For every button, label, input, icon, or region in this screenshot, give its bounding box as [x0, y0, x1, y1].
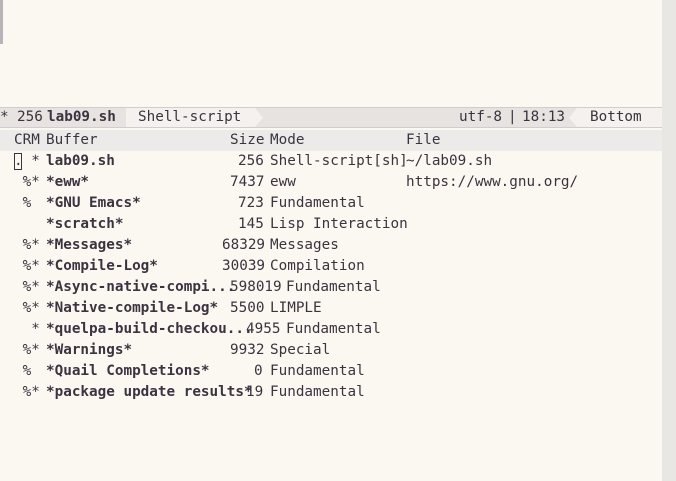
- clock: 18:13: [522, 109, 566, 125]
- window-edge: [662, 0, 676, 481]
- buffer-flags: %: [14, 195, 40, 211]
- buffer-name-cell[interactable]: *Quail Completions*: [46, 361, 210, 382]
- buffer-flags: %*: [14, 279, 40, 295]
- buffer-flags: %*: [14, 174, 40, 190]
- buffer-size-cell: 723: [238, 195, 264, 211]
- table-row[interactable]: % *GNU Emacs* 723 Fundamental: [0, 193, 662, 214]
- header-size[interactable]: Size: [230, 130, 264, 151]
- header-file[interactable]: File: [406, 130, 440, 151]
- buffer-size-cell: 30039: [222, 258, 266, 274]
- table-row[interactable]: %* *eww* 7437 eww https://www.gnu.org/: [0, 172, 662, 193]
- buffer-mode-cell: Fundamental: [270, 363, 365, 379]
- buffer-name-cell[interactable]: *eww*: [46, 172, 89, 193]
- buffer-size-cell: 9932: [230, 342, 265, 358]
- table-row[interactable]: %* *Messages* 68329 Messages: [0, 235, 662, 256]
- buffer-flags: *: [14, 321, 40, 337]
- buffer-name-cell[interactable]: *Async-native-compi...: [46, 277, 235, 298]
- buffer-name-cell[interactable]: *Native-compile-Log*: [46, 298, 218, 319]
- buffer-mode-cell: LIMPLE: [270, 300, 322, 316]
- buffer-name-cell[interactable]: *Warnings*: [46, 340, 132, 361]
- buffer-list: . * lab09.sh 256 Shell-script[sh] ~/lab09.sh…: [0, 151, 662, 403]
- buffer-name-cell[interactable]: *quelpa-build-checkou...: [46, 319, 253, 340]
- header-crm[interactable]: CRM: [14, 130, 40, 151]
- buffer-size: 256: [17, 109, 43, 125]
- buffer-name[interactable]: lab09.sh: [47, 108, 116, 127]
- buffer-mode-cell: Special: [270, 342, 331, 358]
- buffer-file-cell: ~/lab09.sh: [406, 153, 493, 169]
- buffer-mode-cell: Fundamental: [286, 321, 381, 337]
- buffer-size-cell: 7437: [230, 174, 265, 190]
- buffer-size-cell: 19: [246, 384, 264, 400]
- table-row[interactable]: %* *Native-compile-Log* 5500 LIMPLE: [0, 298, 662, 319]
- buffer-mode-cell: Compilation: [270, 258, 365, 274]
- buffer-size-cell: 0: [254, 363, 263, 379]
- buffer-size-cell: 256: [238, 153, 264, 169]
- table-row[interactable]: % *Quail Completions* 0 Fundamental: [0, 361, 662, 382]
- buffer-size-cell: 5500: [230, 300, 265, 316]
- buffer-name-cell[interactable]: *Compile-Log*: [46, 256, 158, 277]
- buffer-mode-cell: Fundamental: [270, 195, 365, 211]
- buffer-mode-cell: Fundamental: [286, 279, 381, 295]
- buffer-size-cell: 598019: [230, 279, 282, 295]
- buffer-list-header: CRM Buffer Size Mode File: [0, 130, 662, 151]
- buffer-name-cell[interactable]: *Messages*: [46, 235, 132, 256]
- point-cursor: [14, 153, 22, 170]
- buffer-size-cell: 68329: [222, 237, 266, 253]
- table-row[interactable]: * *quelpa-build-checkou... 4955 Fundamental: [0, 319, 662, 340]
- buffer-mode-cell: Fundamental: [270, 384, 365, 400]
- table-row[interactable]: %* *Async-native-compi... 598019 Fundamenta…: [0, 277, 662, 298]
- fringe-indicator: [0, 0, 3, 44]
- buffer-flags: %*: [14, 300, 40, 316]
- header-buffer[interactable]: Buffer: [46, 130, 98, 151]
- buffer-mode-cell: eww: [270, 174, 296, 190]
- buffer-position: Bottom: [569, 108, 662, 127]
- table-row[interactable]: . * lab09.sh 256 Shell-script[sh] ~/lab09.sh: [0, 151, 662, 172]
- buffer-mode-cell: Lisp Interaction: [270, 216, 408, 232]
- buffer-flags: %*: [14, 342, 40, 358]
- buffer-flags: %*: [14, 258, 40, 274]
- buffer-flags: %*: [14, 237, 40, 253]
- buffer-mode-cell: Messages: [270, 237, 339, 253]
- upper-window[interactable]: [0, 0, 662, 107]
- buffer-name-cell[interactable]: *scratch*: [46, 214, 123, 235]
- header-mode[interactable]: Mode: [270, 130, 304, 151]
- buffer-file-cell: https://www.gnu.org/: [406, 174, 579, 190]
- buffer-size-cell: 4955: [246, 321, 281, 337]
- table-row[interactable]: %* *Warnings* 9932 Special: [0, 340, 662, 361]
- table-row[interactable]: %* *package update results* 19 Fundamental: [0, 382, 662, 403]
- table-row[interactable]: %* *Compile-Log* 30039 Compilation: [0, 256, 662, 277]
- table-row[interactable]: *scratch* 145 Lisp Interaction: [0, 214, 662, 235]
- major-mode[interactable]: Shell-script: [126, 108, 264, 127]
- buffer-mode-cell: Shell-script[sh]: [270, 153, 408, 169]
- buffer-name-cell[interactable]: lab09.sh: [46, 151, 115, 172]
- buffer-flags: %: [14, 363, 40, 379]
- buffer-flags: %*: [14, 384, 40, 400]
- buffer-size-cell: 145: [238, 216, 264, 232]
- buffer-name-cell[interactable]: *GNU Emacs*: [46, 193, 141, 214]
- buffer-name-cell[interactable]: *package update results*: [46, 382, 253, 403]
- modified-status: *: [0, 109, 9, 125]
- modeline-separator: |: [508, 109, 517, 125]
- mode-line: * 256 lab09.sh Shell-script utf-8 | 18:1…: [0, 107, 662, 128]
- buffer-flags: [14, 214, 40, 235]
- encoding[interactable]: utf-8: [459, 108, 502, 127]
